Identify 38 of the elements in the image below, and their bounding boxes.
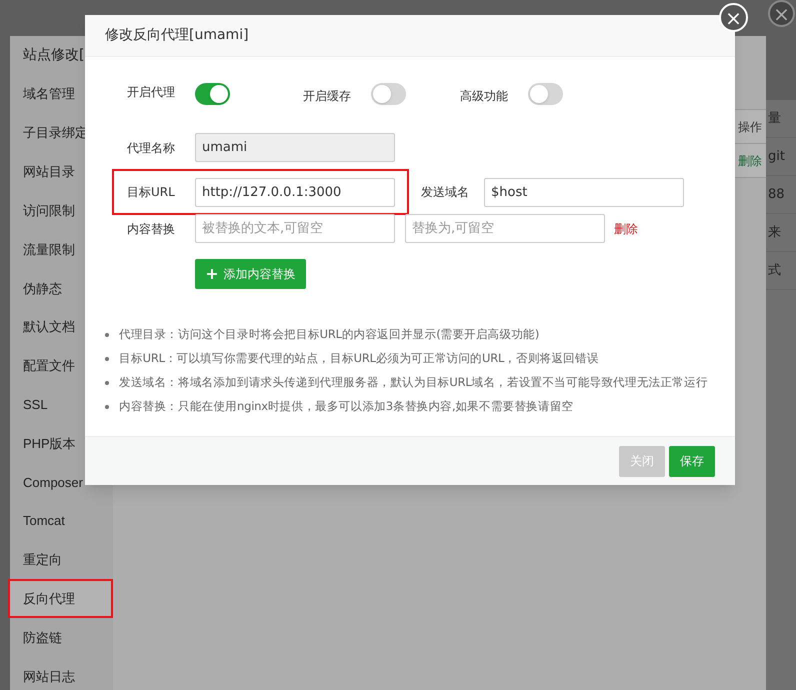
switch-label: 开启缓存 (303, 88, 352, 105)
toggle-switch[interactable] (195, 83, 230, 105)
table-cell-text: 来 (768, 224, 781, 242)
help-text: 发送域名：将域名添加到请求头传递到代理服务器，默认为目标URL域名，若设置不当可能导致代理无法正常运行 (119, 374, 708, 391)
close-button[interactable]: × (719, 3, 748, 32)
help-text: 内容替换：只能在使用nginx时提供，最多可以添加3条替换内容,如果不需要替换请留空 (119, 398, 574, 415)
input-field[interactable]: 替换为,可留空 (405, 214, 605, 243)
input-field[interactable]: 被替换的文本,可留空 (195, 214, 395, 243)
field-label: 发送域名 (421, 184, 470, 201)
field-label: 目标URL (127, 184, 176, 201)
switch-label: 高级功能 (460, 88, 509, 105)
sidebar-item[interactable]: 重定向 (10, 540, 113, 580)
table-cell-text: 量 (768, 110, 781, 128)
delete-link[interactable]: 删除 (614, 220, 638, 238)
table-header: 操作 (738, 118, 762, 136)
table-cell-text: 式 (768, 262, 781, 280)
toggle-switch[interactable] (528, 83, 563, 105)
sidebar-item[interactable]: 防盗链 (10, 618, 113, 658)
input-field[interactable]: $host (484, 178, 684, 206)
table-cell-text: git (768, 148, 785, 166)
field-label: 代理名称 (127, 140, 176, 156)
window-title: 站点修改[ (23, 46, 84, 65)
bullet-icon (105, 332, 109, 336)
help-text: 代理目录：访问这个目录时将会把目标URL的内容返回并显示(需要开启高级功能) (119, 326, 540, 343)
input-field[interactable]: http://127.0.0.1:3000 (195, 178, 395, 206)
field-label: 内容替换 (127, 220, 176, 238)
table-cell-text: 88 (768, 186, 785, 204)
dialog-title: 修改反向代理[umami] (105, 26, 249, 45)
switch-label: 开启代理 (127, 84, 176, 101)
sidebar-item[interactable]: Tomcat (10, 502, 113, 541)
help-text: 目标URL：可以填写你需要代理的站点，目标URL必须为可正常访问的URL，否则将返回错误 (119, 350, 599, 367)
sidebar-item[interactable]: 网站日志 (10, 657, 113, 690)
toggle-switch[interactable] (371, 83, 406, 105)
bullet-icon (105, 404, 109, 408)
bullet-icon (105, 380, 109, 384)
bullet-icon (105, 356, 109, 360)
close-button[interactable]: × (768, 0, 795, 27)
sidebar-item[interactable]: 反向代理 (8, 579, 113, 618)
